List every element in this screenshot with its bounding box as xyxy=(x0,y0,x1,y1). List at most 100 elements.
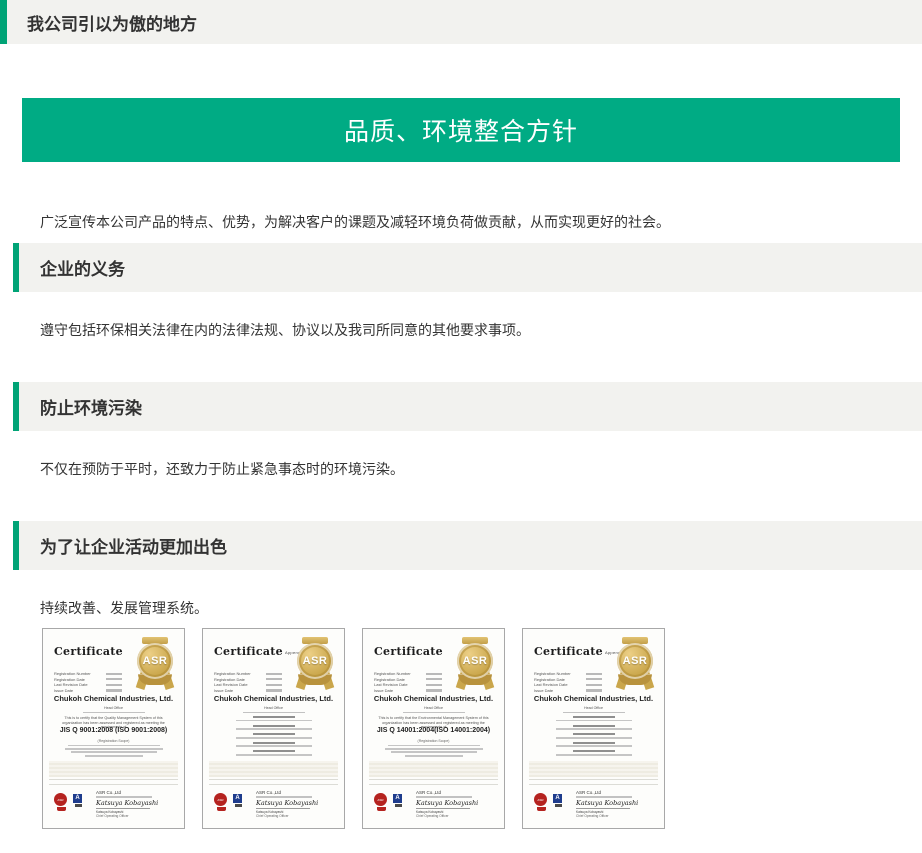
head-office-block: Head Office xyxy=(43,706,184,713)
page-header: 我公司引以为傲的地方 xyxy=(0,0,922,44)
certificate-footer: ASR A ASR Co.,Ltd Katsuya Kobayashi Kats… xyxy=(372,789,498,821)
address-text-bar xyxy=(243,712,305,714)
office-list xyxy=(523,716,664,759)
registration-label: Registration Number xyxy=(374,671,411,676)
certificate-footer: ASR A ASR Co.,Ltd Katsuya Kobayashi Kats… xyxy=(52,789,178,821)
section-paragraph: 持续改善、发展管理系统。 xyxy=(40,597,882,619)
signer-title: Chief Operating Officer xyxy=(416,814,498,818)
divider-line xyxy=(49,784,178,785)
head-office-label: Head Office xyxy=(104,706,123,710)
scope-text-bar xyxy=(68,745,160,747)
scope-text-bar xyxy=(388,745,480,747)
decorative-band xyxy=(49,761,178,777)
registration-scope: (Registration Scope) xyxy=(43,739,184,757)
registration-label: Issue Date xyxy=(54,688,73,693)
decorative-band xyxy=(209,761,338,777)
issuer-address-bar xyxy=(96,796,152,798)
certificate-4[interactable]: CertificateAppendix (1/1) ASR Registrati… xyxy=(522,628,665,829)
head-office-block: Head Office xyxy=(363,706,504,713)
section-heading-bar-corporate-duty: 企业的义务 xyxy=(13,243,922,292)
registration-label: Issue Date xyxy=(214,688,233,693)
section-heading-bar-better-activities: 为了让企业活动更加出色 xyxy=(13,521,922,570)
divider-line xyxy=(49,779,178,780)
registration-label: Registration Number xyxy=(534,671,571,676)
head-office-block: Head Office xyxy=(523,706,664,713)
address-text-bar xyxy=(563,712,625,714)
certificate-1[interactable]: Certificate ASR Registration Number Regi… xyxy=(42,628,185,829)
asr-seal-icon: ASR xyxy=(54,793,69,811)
certificate-3[interactable]: Certificate ASR Registration Number Regi… xyxy=(362,628,505,829)
company-name: Chukoh Chemical Industries, Ltd. xyxy=(363,694,504,703)
issuer-name: ASR Co.,Ltd xyxy=(416,790,498,795)
signature-line xyxy=(96,808,150,809)
office-list xyxy=(203,716,344,759)
asr-seal-icon: ASR xyxy=(214,793,229,811)
registration-label: Last Revision Date xyxy=(534,682,568,687)
accreditation-mark-icon: A xyxy=(553,794,563,807)
standard-name: JIS Q 14001:2004(ISO 14001:2004) xyxy=(363,727,504,734)
asr-medal-icon: ASR xyxy=(134,637,176,693)
scope-text-bar xyxy=(385,748,483,750)
asr-seal-icon: ASR xyxy=(534,793,549,811)
head-office-label: Head Office xyxy=(424,706,443,710)
signature: Katsuya Kobayashi xyxy=(576,799,658,807)
scope-text-bar xyxy=(65,748,163,750)
accreditation-mark-icon: A xyxy=(233,794,243,807)
page-title: 我公司引以为傲的地方 xyxy=(27,10,197,35)
divider-line xyxy=(529,784,658,785)
decorative-band xyxy=(369,761,498,777)
scope-text-bar xyxy=(391,751,477,753)
divider-line xyxy=(209,779,338,780)
signature-line xyxy=(576,808,630,809)
head-office-label: Head Office xyxy=(264,706,283,710)
section-paragraph: 不仅在预防于平时，还致力于防止紧急事态时的环境污染。 xyxy=(40,458,882,480)
signer-title: Chief Operating Officer xyxy=(96,814,178,818)
issuer-name: ASR Co.,Ltd xyxy=(256,790,338,795)
certificates-row: Certificate ASR Registration Number Regi… xyxy=(42,628,922,829)
certificate-footer: ASR A ASR Co.,Ltd Katsuya Kobayashi Kats… xyxy=(212,789,338,821)
registration-scope-label: (Registration Scope) xyxy=(418,739,450,743)
scope-text-bar xyxy=(405,755,463,757)
registration-info: Registration Number Registration Date La… xyxy=(214,671,282,693)
registration-scope-label: (Registration Scope) xyxy=(98,739,130,743)
section-paragraph: 遵守包括环保相关法律在内的法律法规、协议以及我司所同意的其他要求事项。 xyxy=(40,319,882,341)
section-heading: 防止环境污染 xyxy=(40,394,142,419)
registration-info: Registration Number Registration Date La… xyxy=(54,671,122,693)
divider-line xyxy=(209,784,338,785)
accreditation-mark-icon: A xyxy=(393,794,403,807)
standard-name: JIS Q 9001:2008 (ISO 9001:2008) xyxy=(43,727,184,734)
signature: Katsuya Kobayashi xyxy=(416,799,498,807)
registration-label: Registration Date xyxy=(374,677,405,682)
issuer-address-bar xyxy=(416,796,472,798)
registration-label: Registration Date xyxy=(214,677,245,682)
scope-text-bar xyxy=(85,755,143,757)
company-name: Chukoh Chemical Industries, Ltd. xyxy=(523,694,664,703)
section-heading-bar-pollution-prevention: 防止环境污染 xyxy=(13,382,922,431)
registration-label: Registration Number xyxy=(214,671,251,676)
certificate-title: Certificate xyxy=(54,645,125,658)
registration-label: Last Revision Date xyxy=(374,682,408,687)
head-office-label: Head Office xyxy=(584,706,603,710)
intro-paragraph: 广泛宣传本公司产品的特点、优势，为解决客户的课题及减轻环境负荷做贡献，从而实现更… xyxy=(40,211,882,233)
asr-medal-icon: ASR xyxy=(294,637,336,693)
company-name: Chukoh Chemical Industries, Ltd. xyxy=(43,694,184,703)
decorative-band xyxy=(529,761,658,777)
signature-line xyxy=(256,808,310,809)
asr-medal-icon: ASR xyxy=(614,637,656,693)
registration-info: Registration Number Registration Date La… xyxy=(374,671,442,693)
certificate-2[interactable]: CertificateAppendix (1/1) ASR Registrati… xyxy=(202,628,345,829)
divider-line xyxy=(369,779,498,780)
registration-label: Last Revision Date xyxy=(54,682,88,687)
signer-title: Chief Operating Officer xyxy=(576,814,658,818)
signer-title: Chief Operating Officer xyxy=(256,814,338,818)
signature: Katsuya Kobayashi xyxy=(96,799,178,807)
registration-info: Registration Number Registration Date La… xyxy=(534,671,602,693)
certificate-footer: ASR A ASR Co.,Ltd Katsuya Kobayashi Kats… xyxy=(532,789,658,821)
certificate-title: Certificate xyxy=(374,645,445,658)
issuer-name: ASR Co.,Ltd xyxy=(576,790,658,795)
registration-label: Registration Number xyxy=(54,671,91,676)
divider-line xyxy=(369,784,498,785)
accreditation-mark-icon: A xyxy=(73,794,83,807)
registration-label: Issue Date xyxy=(374,688,393,693)
policy-banner: 品质、环境整合方针 xyxy=(22,98,900,162)
